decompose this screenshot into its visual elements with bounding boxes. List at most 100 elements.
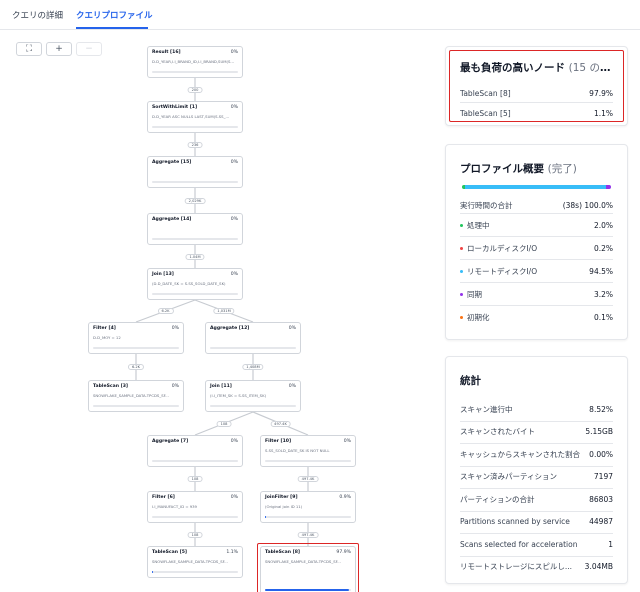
- edge-row-count: 108: [216, 420, 232, 427]
- expensive-node-row[interactable]: TableScan [5] 1.1%: [460, 105, 613, 121]
- total-execution-time-value: (38s) 100.0%: [562, 200, 613, 210]
- node-percent: 0%: [230, 495, 238, 500]
- operator-node-filter4[interactable]: Filter [4] 0% D.D_MOY = 12: [88, 322, 184, 354]
- tab-bar: クエリの詳細 クエリプロファイル: [0, 0, 640, 30]
- profile-breakdown-row: リモートディスクI/O 94.5%: [460, 263, 613, 279]
- legend-dot-icon: [460, 293, 463, 296]
- profile-breakdown-row: ローカルディスクI/O 0.2%: [460, 240, 613, 256]
- profile-overview-title-text: プロファイル概要: [460, 163, 544, 175]
- node-percent: 97.9%: [336, 550, 351, 555]
- breakdown-label: リモートディスクI/O: [460, 266, 583, 277]
- legend-dot-icon: [460, 270, 463, 273]
- edge-row-count: 497.4K: [297, 476, 319, 482]
- statistic-row: スキャンされたバイト 5.15GB: [460, 424, 613, 440]
- statistic-label: キャッシュからスキャンされた割合: [460, 449, 580, 459]
- expensive-nodes-count: (15 のう...: [568, 62, 620, 74]
- edge-row-count: 6.2K: [157, 308, 174, 314]
- breakdown-label: ローカルディスクI/O: [460, 243, 588, 254]
- node-title: Aggregate [14]: [152, 217, 192, 222]
- node-title: Filter [4]: [93, 326, 116, 331]
- statistic-row: リモートストレージにスピルし... 3.04MB: [460, 559, 613, 575]
- statistic-label: スキャンされたバイト: [460, 427, 535, 436]
- operator-node-agg14[interactable]: Aggregate [14] 0%: [147, 213, 243, 245]
- profile-overview-card: プロファイル概要 (完了) 実行時間の合計 (38s) 100.0% 処理中 2.…: [445, 144, 628, 340]
- node-percent: 0%: [288, 384, 296, 389]
- edge-row-count: 6.2K: [127, 364, 145, 370]
- breakdown-label: 初期化: [460, 312, 588, 323]
- breakdown-value: 3.2%: [593, 289, 613, 299]
- statistic-value: 86803: [589, 494, 613, 504]
- operator-node-join11[interactable]: Join [11] 0% (I.I_ITEM_SK = S.SS_ITEM_SK): [205, 380, 301, 412]
- legend-dot-icon: [460, 224, 463, 227]
- statistics-card: 統計 スキャン進行中 8.52% スキャンされたバイト 5.15GB キャッシュからスキ…: [445, 356, 628, 584]
- node-detail: (D.D_DATE_SK = S.SS_SOLD_DATE_SK): [152, 281, 226, 286]
- statistic-value: 0.00%: [589, 449, 613, 459]
- node-percent: 0%: [171, 384, 179, 389]
- node-title: Join [13]: [152, 272, 174, 277]
- operator-node-filter6[interactable]: Filter [6] 0% I.I_MANUFACT_ID = 939: [147, 491, 243, 523]
- legend-dot-icon: [460, 247, 463, 250]
- statistic-label: Partitions scanned by service: [460, 517, 570, 526]
- node-cost-bar: [152, 571, 238, 573]
- legend-dot-icon: [460, 316, 463, 319]
- node-percent: 0%: [171, 326, 179, 331]
- edge-row-count: 200: [187, 86, 203, 93]
- operator-node-joinf9[interactable]: JoinFilter [9] 0.9% (Original join ID 11): [260, 491, 356, 523]
- node-cost-bar: [152, 238, 238, 240]
- edge-row-count: 236: [187, 141, 203, 148]
- node-cost-bar: [152, 126, 238, 128]
- node-cost-bar: [265, 516, 351, 518]
- node-detail: D.D_YEAR ASC NULLS LAST,SUM(S.SS_...: [152, 114, 230, 119]
- operator-node-filter10[interactable]: Filter [10] 0% S.SS_SOLD_DATE_SK IS NOT NU…: [260, 435, 356, 467]
- expensive-node-label: TableScan [8]: [460, 88, 511, 98]
- operator-node-scan3[interactable]: TableScan [3] 0% SNOWFLAKE_SAMPLE_DATA.TPC…: [88, 380, 184, 412]
- tab-query-details[interactable]: クエリの詳細: [12, 9, 63, 21]
- node-cost-bar: [265, 589, 351, 591]
- statistic-label: スキャン済みパーティション: [460, 472, 558, 481]
- node-title: TableScan [5]: [152, 550, 188, 555]
- edge-row-count: 1.04M: [185, 253, 205, 260]
- statistic-value: 3.04MB: [584, 562, 613, 571]
- node-cost-bar: [152, 516, 238, 518]
- tab-query-profile[interactable]: クエリプロファイル: [76, 9, 153, 21]
- statistic-value: 7197: [593, 472, 613, 481]
- node-percent: 0%: [230, 272, 238, 277]
- node-title: JoinFilter [9]: [265, 495, 298, 500]
- execution-time-segment: [465, 185, 607, 189]
- node-cost-bar: [152, 293, 238, 295]
- breakdown-value: 94.5%: [589, 266, 613, 276]
- statistic-row: パーティションの合計 86803: [460, 491, 613, 507]
- statistic-value: 5.15GB: [585, 427, 613, 436]
- operator-node-sort[interactable]: SortWithLimit [1] 0% D.D_YEAR ASC NULLS LA…: [147, 101, 243, 133]
- query-profile-graph[interactable]: Result [16] 0% D.D_YEAR,I.I_BRAND_ID,I.I_B…: [0, 30, 440, 592]
- statistics-title: 統計: [460, 375, 481, 387]
- node-detail: SNOWFLAKE_SAMPLE_DATA.TPCDS_SF...: [152, 559, 228, 564]
- expensive-node-value: 1.1%: [593, 108, 613, 118]
- statistic-label: リモートストレージにスピルし...: [460, 562, 573, 571]
- breakdown-label: 処理中: [460, 220, 588, 231]
- total-execution-time-row: 実行時間の合計 (38s) 100.0%: [460, 197, 613, 213]
- profile-overview-status: (完了): [547, 163, 577, 175]
- node-percent: 0%: [343, 439, 351, 444]
- operator-node-agg12[interactable]: Aggregate [12] 0%: [205, 322, 301, 354]
- breakdown-value: 2.0%: [593, 220, 613, 230]
- node-detail: SNOWFLAKE_SAMPLE_DATA.TPCDS_SF...: [93, 393, 169, 398]
- operator-node-agg15[interactable]: Aggregate [15] 0%: [147, 156, 243, 188]
- profile-breakdown-row: 処理中 2.0%: [460, 217, 613, 233]
- breakdown-label: 同期: [460, 289, 588, 300]
- node-title: Result [16]: [152, 50, 181, 55]
- edge-row-count: 108: [187, 476, 203, 482]
- statistic-row: Partitions scanned by service 44987: [460, 514, 613, 530]
- expensive-node-label: TableScan [5]: [460, 108, 511, 118]
- node-title: Aggregate [7]: [152, 439, 189, 444]
- expensive-node-row[interactable]: TableScan [8] 97.9%: [460, 85, 613, 101]
- node-detail: I.I_MANUFACT_ID = 939: [152, 504, 197, 509]
- operator-node-result[interactable]: Result [16] 0% D.D_YEAR,I.I_BRAND_ID,I.I_B…: [147, 46, 243, 78]
- operator-node-scan5[interactable]: TableScan [5] 1.1% SNOWFLAKE_SAMPLE_DATA.T…: [147, 546, 243, 578]
- node-cost-bar: [152, 181, 238, 183]
- operator-node-scan8[interactable]: TableScan [8] 97.9% SNOWFLAKE_SAMPLE_DATA.…: [260, 546, 356, 592]
- statistic-row: スキャン進行中 8.52%: [460, 401, 613, 417]
- operator-node-join13[interactable]: Join [13] 0% (D.D_DATE_SK = S.SS_SOLD_DATE…: [147, 268, 243, 300]
- node-cost-bar: [93, 347, 179, 349]
- operator-node-agg7[interactable]: Aggregate [7] 0%: [147, 435, 243, 467]
